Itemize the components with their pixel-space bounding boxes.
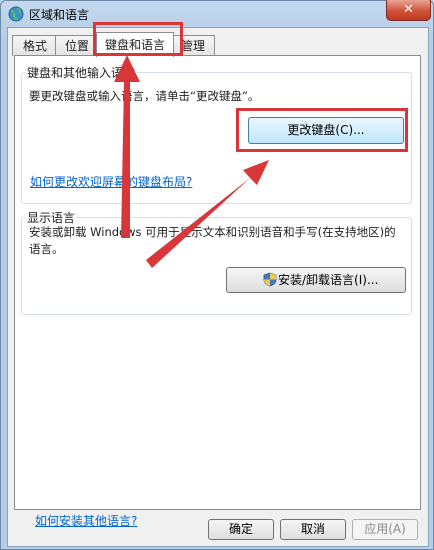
tab-label: 格式: [22, 39, 47, 53]
tab-label: 管理: [180, 39, 205, 53]
keyboard-description: 要更改键盘或输入语言，请单击“更改键盘”。: [29, 89, 260, 103]
apply-button[interactable]: 应用(A): [352, 519, 418, 540]
tab-highlight-box: [93, 22, 183, 56]
window-title: 区域和语言: [29, 8, 90, 22]
close-icon: ✕: [403, 2, 414, 17]
tab-format[interactable]: 格式: [12, 35, 58, 56]
button-highlight-box: [236, 108, 408, 152]
install-uninstall-languages-button[interactable]: 安装/卸载语言(I)...: [226, 267, 406, 293]
dialog-body: 格式 位置 键盘和语言 管理 键盘和其他输入语言 要更改键盘或输入语言，请单击“…: [7, 27, 429, 547]
dialog-window: 区域和语言 ✕ 格式 位置 键盘和语言 管理 键盘和其他输入语言 要更改键盘或输…: [0, 0, 434, 550]
install-other-languages-link[interactable]: 如何安装其他语言?: [35, 512, 137, 529]
shield-icon: [263, 272, 277, 287]
install-languages-label: 安装/卸载语言(I)...: [278, 273, 379, 287]
ok-label: 确定: [228, 522, 253, 536]
display-language-description: 安装或卸载 Windows 可用于显示文本和识别语音和手写(在支持地区)的语言。: [29, 225, 396, 256]
tab-label: 位置: [64, 39, 89, 53]
cancel-button[interactable]: 取消: [280, 519, 346, 540]
close-button[interactable]: ✕: [386, 0, 431, 21]
ok-button[interactable]: 确定: [208, 519, 274, 540]
globe-icon: [8, 6, 24, 22]
apply-label: 应用(A): [364, 522, 406, 536]
keyboard-group-title: 键盘和其他输入语言: [25, 64, 138, 81]
title-bar[interactable]: 区域和语言 ✕: [1, 0, 433, 27]
welcome-screen-keyboard-link[interactable]: 如何更改欢迎屏幕的键盘布局?: [30, 173, 192, 190]
cancel-label: 取消: [300, 522, 325, 536]
